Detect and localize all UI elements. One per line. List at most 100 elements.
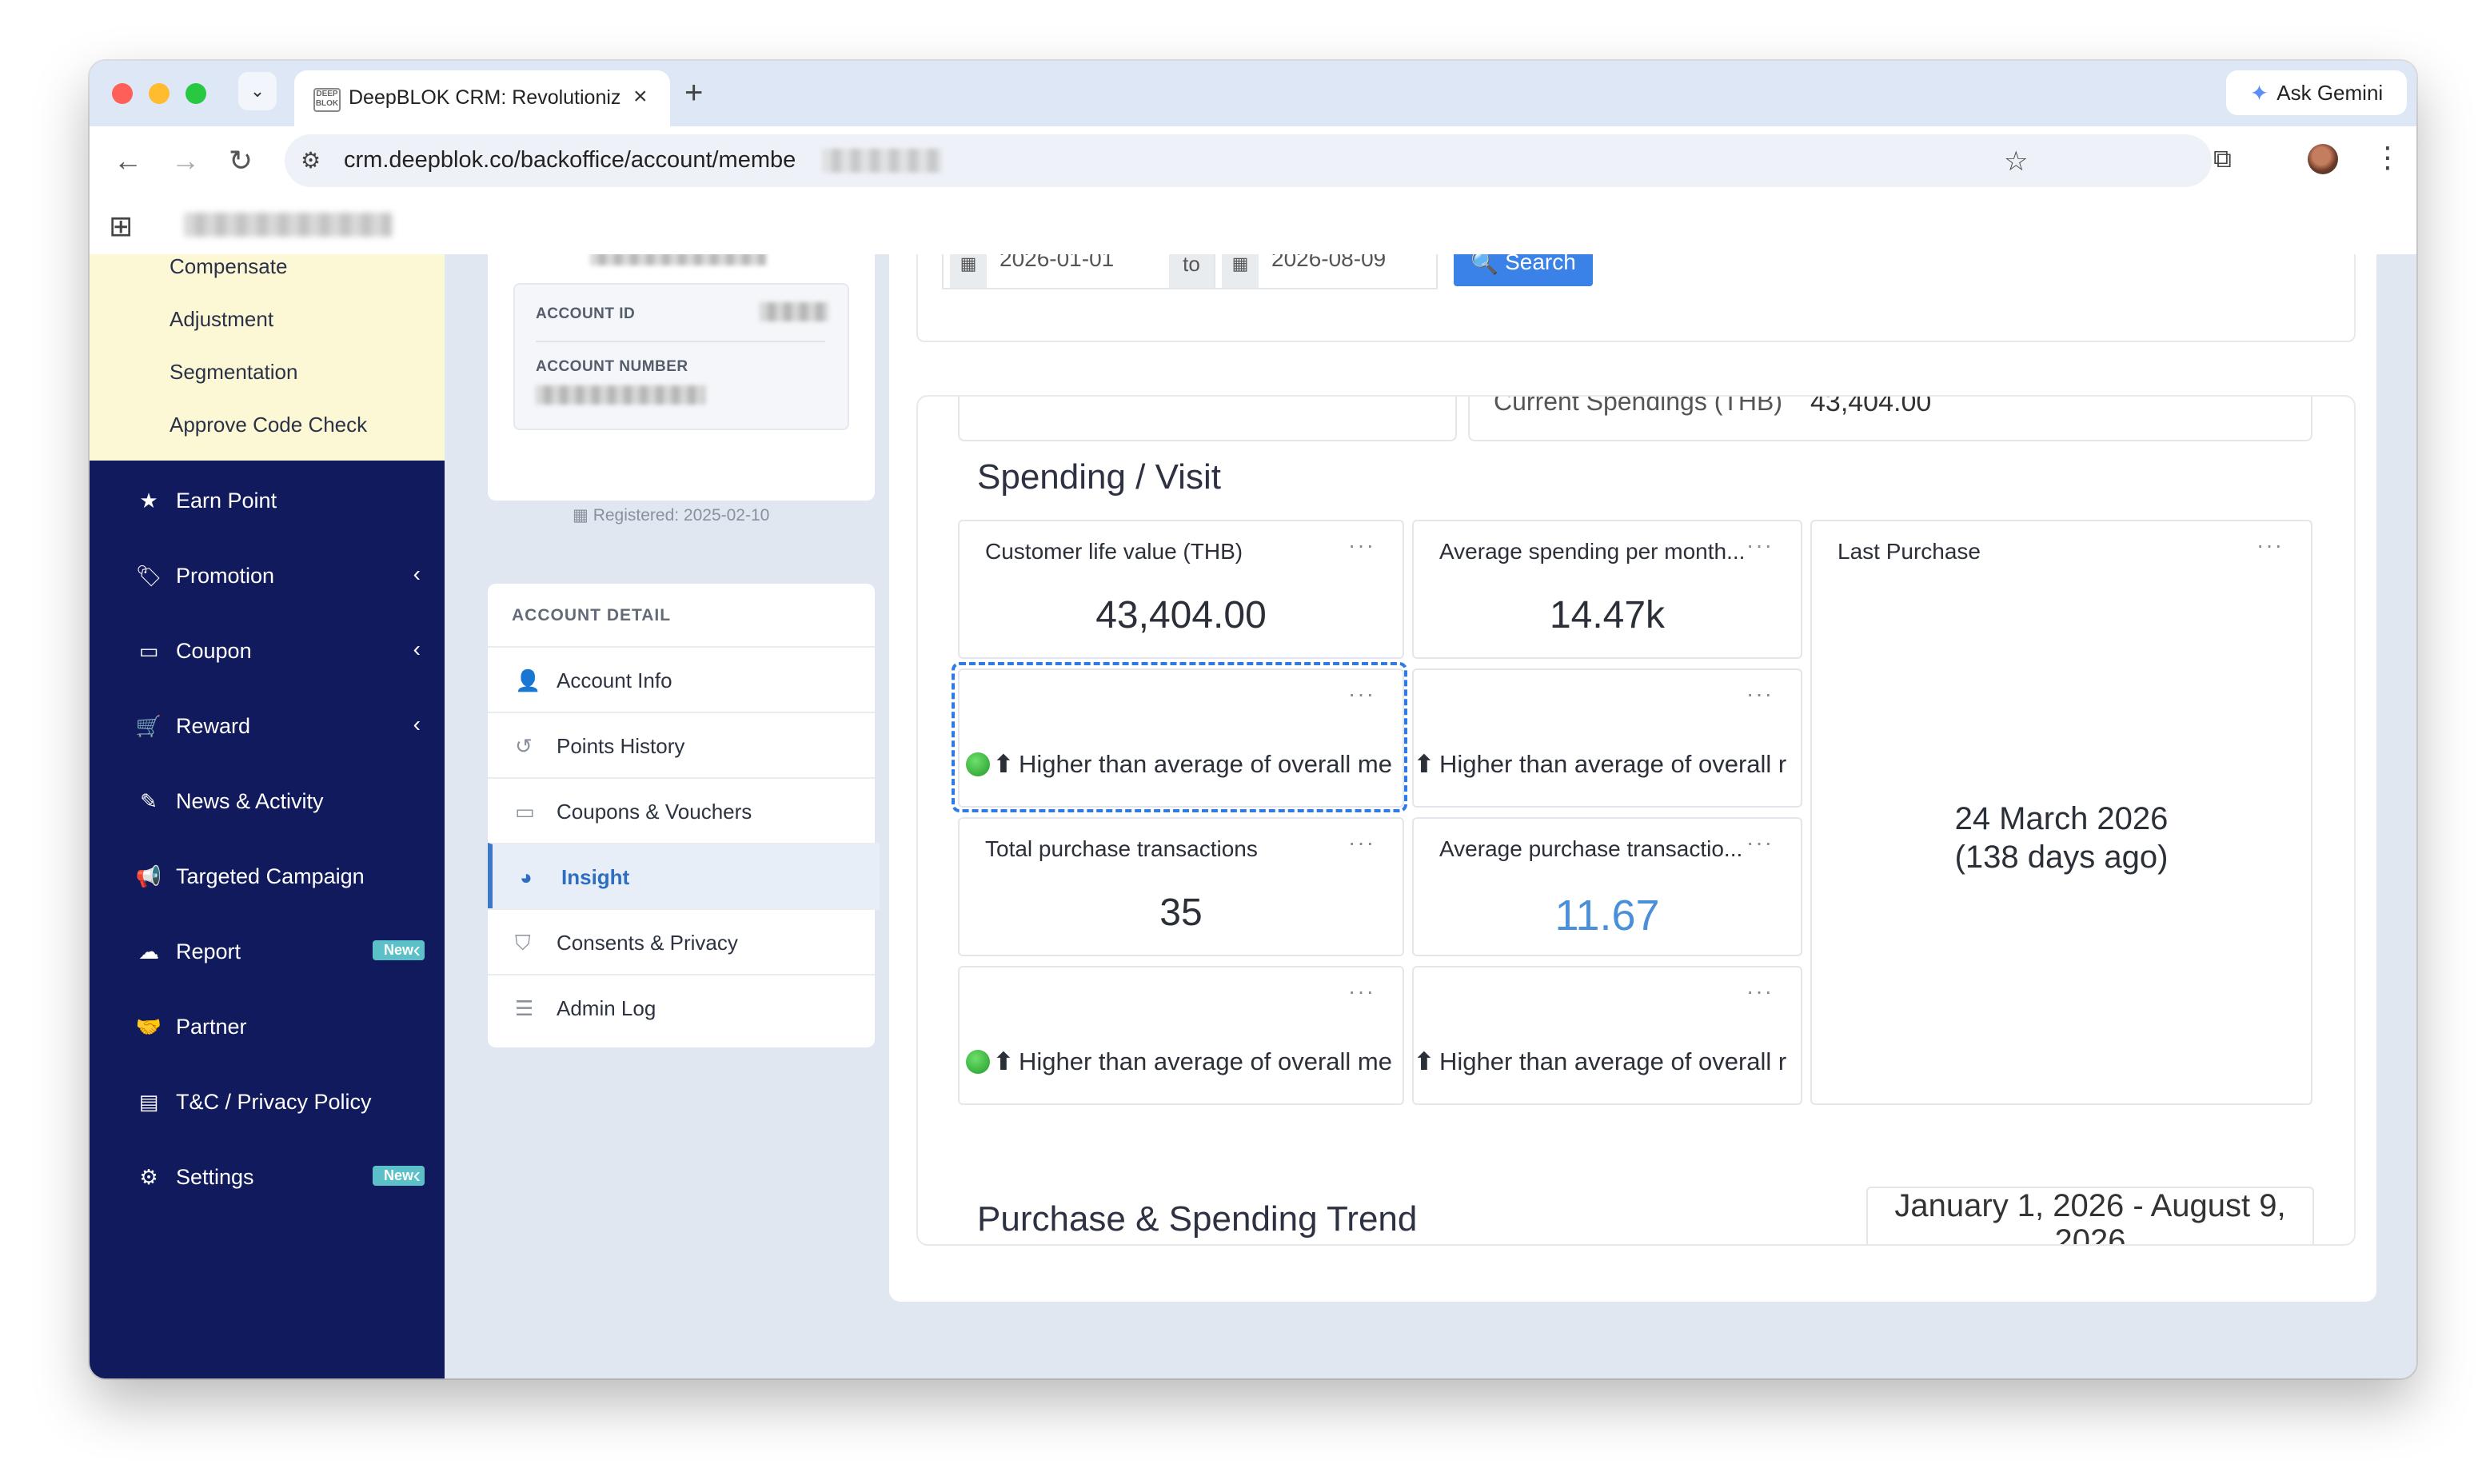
- date-filter-row: ▦ 2026-01-01 to ▦ 2026-08-09: [916, 254, 2356, 342]
- divider: [536, 341, 825, 342]
- tile-title: Average spending per month...: [1439, 539, 1743, 564]
- date-range-text: January 1, 2026 - August 9, 2026: [1894, 1188, 2286, 1246]
- detail-item-admin-log[interactable]: ☰ Admin Log: [488, 974, 875, 1041]
- date-to-value: 2026-08-09: [1271, 254, 1387, 271]
- trend-indicator: ⬆ Higher than average of overall me: [966, 1047, 1392, 1076]
- forward-arrow-icon[interactable]: →: [171, 144, 200, 178]
- detail-item-insight[interactable]: ◕ Insight: [488, 843, 880, 910]
- more-options-icon[interactable]: ···: [1746, 681, 1774, 707]
- registered-text: Registered: 2025-02-10: [593, 506, 770, 525]
- trend-tile-avg-tx: ··· ⬆ Higher than average of overall r: [1412, 966, 1802, 1105]
- detail-item-coupons-vouchers[interactable]: ▭ Coupons & Vouchers: [488, 777, 875, 844]
- bookmark-star-icon[interactable]: ☆: [2004, 146, 2028, 178]
- address-bar[interactable]: ⚙ crm.deepblok.co/backoffice/account/mem…: [285, 134, 2212, 187]
- trend-text: Higher than average of overall me: [1018, 1047, 1392, 1075]
- focus-outline: [952, 662, 1407, 812]
- redacted-account-number: [536, 385, 705, 405]
- sidebar-item-coupon[interactable]: ▭ Coupon ‹: [133, 635, 421, 667]
- tile-value: 14.47k: [1549, 594, 1666, 636]
- submenu-item-approve-code-check[interactable]: Approve Code Check: [170, 413, 367, 437]
- last-purchase-ago: (138 days ago): [1954, 840, 2169, 875]
- new-tab-button[interactable]: +: [684, 75, 703, 111]
- tile-value: 11.67: [1554, 892, 1660, 939]
- arrow-up-icon: ⬆: [1414, 750, 1435, 778]
- current-spendings-label: Current Spendings (THB): [1494, 395, 1783, 416]
- ask-gemini-button[interactable]: ✦ Ask Gemini: [2226, 70, 2407, 115]
- detail-item-account-info[interactable]: 👤 Account Info: [488, 646, 875, 713]
- ask-gemini-label: Ask Gemini: [2276, 80, 2384, 105]
- more-options-icon[interactable]: ···: [1746, 979, 1774, 1004]
- chevron-left-icon: ‹: [413, 937, 421, 962]
- sidebar-item-label: Partner: [176, 1014, 247, 1039]
- profile-avatar[interactable]: [2308, 144, 2338, 174]
- history-icon: ↺: [515, 734, 533, 758]
- url-text: crm.deepblok.co/backoffice/account/membe: [344, 147, 796, 173]
- more-options-icon[interactable]: ···: [1746, 533, 1774, 558]
- more-options-icon[interactable]: ···: [1348, 830, 1375, 856]
- browser-menu-icon[interactable]: ⋮: [2373, 141, 2402, 174]
- browser-tab[interactable]: DEEP BLOK DeepBLOK CRM: Revolutioniz ×: [294, 70, 670, 126]
- file-icon: ▤: [138, 1089, 159, 1114]
- more-options-icon[interactable]: ···: [1348, 979, 1375, 1004]
- sidebar-item-earn-point[interactable]: ★ Earn Point: [133, 485, 421, 517]
- minimize-window-button[interactable]: [149, 83, 170, 104]
- sidebar-item-partner[interactable]: 🤝 Partner: [133, 1011, 421, 1043]
- user-icon: 👤: [515, 668, 541, 692]
- pie-chart-icon: ◕: [520, 865, 533, 889]
- sidebar-item-label: News & Activity: [176, 788, 324, 813]
- chevron-left-icon: ‹: [413, 636, 421, 661]
- sidebar-item-report[interactable]: ☁ Report New ‹: [133, 935, 425, 967]
- sidebar-item-promotion[interactable]: 🏷 Promotion ‹: [133, 560, 421, 592]
- current-spendings-value: 43,404.00: [1810, 395, 1932, 417]
- detail-item-label: Points History: [557, 734, 685, 758]
- close-window-button[interactable]: [112, 83, 133, 104]
- site-settings-icon[interactable]: ⚙: [301, 147, 321, 174]
- detail-item-points-history[interactable]: ↺ Points History: [488, 712, 875, 779]
- sidebar-item-reward[interactable]: 🛒 Reward ‹: [133, 710, 421, 742]
- spending-visit-title: Spending / Visit: [977, 457, 1221, 497]
- detail-item-consents-privacy[interactable]: ⛉ Consents & Privacy: [488, 908, 875, 975]
- summary-tile-left: [958, 397, 1457, 441]
- more-options-icon[interactable]: ···: [1746, 830, 1774, 856]
- search-button[interactable]: 🔍 Search: [1454, 254, 1593, 286]
- tile-title: Average purchase transactio...: [1439, 836, 1743, 861]
- sidebar-item-targeted-campaign[interactable]: 📢 Targeted Campaign: [133, 860, 421, 892]
- sidebar-item-tc-privacy[interactable]: ▤ T&C / Privacy Policy: [133, 1086, 421, 1118]
- apps-grid-icon[interactable]: ⊞: [109, 209, 133, 243]
- arrow-up-icon: ⬆: [993, 1047, 1014, 1075]
- extensions-icon[interactable]: ⧉: [2213, 144, 2232, 174]
- calendar-icon: ▦: [1222, 254, 1259, 288]
- total-purchase-transactions-tile: Total purchase transactions ··· 35: [958, 817, 1404, 956]
- date-to-input[interactable]: ▦ 2026-08-09: [1214, 254, 1438, 289]
- date-from-value: 2026-01-01: [1000, 254, 1115, 271]
- redacted-member-name: [590, 254, 766, 265]
- date-range-picker[interactable]: January 1, 2026 - August 9, 2026: [1866, 1187, 2314, 1246]
- more-options-icon[interactable]: ···: [2257, 533, 2284, 558]
- redacted-bookmark[interactable]: [184, 213, 392, 237]
- date-from-input[interactable]: ▦ 2026-01-01: [942, 254, 1172, 289]
- list-icon: ☰: [515, 996, 534, 1020]
- tile-title: Customer life value (THB): [985, 539, 1243, 564]
- trend-text: Higher than average of overall r: [1439, 1047, 1787, 1075]
- submenu-item-adjustment[interactable]: Adjustment: [170, 307, 273, 332]
- submenu-item-compensate[interactable]: Compensate: [170, 254, 287, 279]
- tile-value: 35: [1159, 892, 1203, 934]
- megaphone-icon: 📢: [135, 864, 162, 888]
- reload-icon[interactable]: ↻: [229, 144, 253, 178]
- redacted-account-id: [760, 302, 828, 321]
- registered-date: ▦ Registered: 2025-02-10: [573, 505, 769, 525]
- last-purchase-date: 24 March 2026: [1954, 801, 2169, 836]
- maximize-window-button[interactable]: [186, 83, 206, 104]
- submenu-item-segmentation[interactable]: Segmentation: [170, 360, 297, 385]
- cart-icon: 🛒: [135, 713, 162, 738]
- tab-title: DeepBLOK CRM: Revolutioniz: [349, 86, 620, 109]
- customer-life-value-tile: Customer life value (THB) ··· 43,404.00: [958, 520, 1404, 659]
- sidebar-item-settings[interactable]: ⚙ Settings New ‹: [133, 1161, 425, 1193]
- sidebar-item-news-activity[interactable]: ✎ News & Activity: [133, 785, 421, 817]
- back-arrow-icon[interactable]: ←: [114, 144, 142, 178]
- tab-search-button[interactable]: ⌄: [238, 72, 277, 110]
- trend-indicator: ⬆ Higher than average of overall r: [1414, 1047, 1786, 1076]
- close-tab-icon[interactable]: ×: [633, 83, 648, 110]
- more-options-icon[interactable]: ···: [1348, 533, 1375, 558]
- calendar-icon: ▦: [573, 506, 593, 525]
